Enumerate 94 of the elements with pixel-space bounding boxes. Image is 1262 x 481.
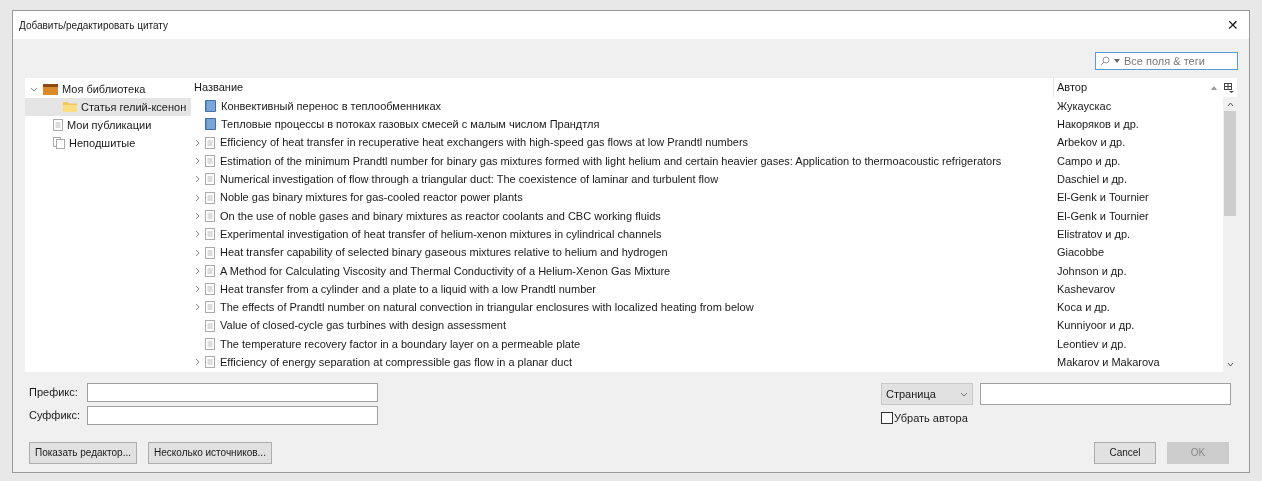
locator-dropdown[interactable]: Страница <box>881 383 973 405</box>
prefix-field[interactable] <box>87 383 378 402</box>
document-icon <box>205 356 215 369</box>
sidebar-item[interactable]: Моя библиотека <box>25 80 191 98</box>
table-row-title[interactable]: Estimation of the minimum Prandtl number for binary gas mixtures formed with light helium and certain heavier gases: Application to thermoacoustic refrigerators <box>191 152 1055 170</box>
document-icon <box>205 209 215 222</box>
table-row-title[interactable]: A Method for Calculating Viscosity and Thermal Conductivity of a Helium-Xenon Gas Mixture <box>191 262 1055 280</box>
table-cell-text: Makarov и Makarova <box>1056 355 1161 371</box>
table-cell-text: El-Genk и Tournier <box>1056 208 1150 224</box>
document-icon <box>205 301 215 314</box>
field-label: Префикс: <box>29 385 79 401</box>
table-cell-text: Тепловые процессы в потоках газовых смесей с малым числом Прандтля <box>221 117 600 133</box>
table-cell-text: Value of closed-cycle gas turbines with design assessment <box>220 318 506 334</box>
table-cell-text: Конвективный перенос в теплообменниках <box>221 98 441 114</box>
table-cell-text: Daschiel и др. <box>1056 172 1129 188</box>
table-cell-text: Накоряков и др. <box>1056 117 1140 133</box>
table-cell-text: Campo и др. <box>1056 153 1122 169</box>
table-cell-text: Estimation of the minimum Prandtl number for binary gas mixtures formed with light helium and certain heavier gases: Application to thermoacoustic refrigerators <box>220 153 1002 169</box>
table-cell-text: A Method for Calculating Viscosity and Thermal Conductivity of a Helium-Xenon Gas Mixture <box>220 263 671 279</box>
sidebar-item[interactable]: Статья гелий-ксенон <box>25 98 191 116</box>
table-cell-text: The effects of Prandtl number on natural convection in triangular enclosures with localized heating from below <box>220 300 754 316</box>
checkbox[interactable] <box>881 412 893 425</box>
dialog-button[interactable]: Cancel <box>1094 441 1156 464</box>
document-icon <box>205 338 215 350</box>
column-header[interactable]: Название <box>191 79 1053 96</box>
field-label: Суффикс: <box>29 408 82 424</box>
search-field[interactable]: Все поля & теги <box>1095 52 1238 70</box>
search-input[interactable]: Все поля & теги <box>1124 52 1234 70</box>
table-cell-text: Kashevarov <box>1056 281 1117 297</box>
document-icon <box>53 119 63 131</box>
table-row-title[interactable]: Heat transfer capability of selected binary gaseous mixtures relative to helium and hydrogen <box>191 244 1055 261</box>
table-row-title[interactable]: Тепловые процессы в потоках газовых смесей с малым числом Прандтля <box>191 116 1055 133</box>
table-cell-text: Giacobbe <box>1056 245 1106 261</box>
expand-chevron-icon[interactable] <box>30 86 38 92</box>
chevron-icon <box>960 391 968 397</box>
book-icon <box>205 118 216 131</box>
document-icon <box>205 246 215 259</box>
table-cell-text: Numerical investigation of flow through a triangular duct: The coexistence of laminar and turbulent flow <box>220 172 719 188</box>
table-cell-text: Heat transfer capability of selected binary gaseous mixtures relative to helium and hydrogen <box>220 245 668 261</box>
folder-icon <box>63 102 77 112</box>
document-icon <box>205 319 215 332</box>
expand-chevron-icon[interactable] <box>194 358 200 367</box>
dialog-button[interactable]: Показать редактор... <box>29 441 137 464</box>
table-cell-text: Жукаускас <box>1056 98 1113 114</box>
sidebar-item[interactable]: Мои публикации <box>25 116 191 134</box>
table-row-title[interactable]: The effects of Prandtl number on natural convection in triangular enclosures with localized heating from below <box>191 299 1055 316</box>
close-button[interactable]: ✕ <box>1223 14 1243 36</box>
search-icon <box>1100 56 1110 66</box>
table-row-title[interactable]: Конвективный перенос в теплообменниках <box>191 97 1055 115</box>
table-cell-text: Leontiev и др. <box>1056 336 1128 352</box>
library-icon <box>43 83 58 95</box>
expand-chevron-icon[interactable] <box>194 138 200 147</box>
dialog-button[interactable]: Несколько источников... <box>148 441 272 464</box>
table-cell-text: Noble gas binary mixtures for gas-cooled reactor power plants <box>220 190 523 206</box>
table-row-title[interactable]: Experimental investigation of heat transfer of helium-xenon mixtures in cylindrical channels <box>191 225 1055 243</box>
table-row-title[interactable]: Efficiency of energy separation at compressible gas flow in a planar duct <box>191 354 1055 371</box>
table-row-title[interactable]: Efficiency of heat transfer in recuperative heat exchangers with high-speed gas flows at low Prandtl numbers <box>191 134 1055 151</box>
table-cell-text: Efficiency of heat transfer in recuperative heat exchangers with high-speed gas flows at low Prandtl numbers <box>220 135 749 151</box>
document-icon <box>205 191 215 204</box>
column-header[interactable]: Автор <box>1053 78 1221 97</box>
table-row-title[interactable]: Noble gas binary mixtures for gas-cooled reactor power plants <box>191 189 1055 206</box>
document-icon <box>205 228 215 241</box>
sort-caret-icon <box>1211 85 1217 90</box>
table-cell-text: The temperature recovery factor in a boundary layer on a permeable plate <box>220 336 581 352</box>
table-cell-text: El-Genk и Tournier <box>1056 190 1150 206</box>
table-cell-text: Arbekov и др. <box>1056 135 1127 151</box>
sidebar-item[interactable]: Неподшитые <box>25 134 191 152</box>
suffix-field[interactable] <box>87 406 378 425</box>
document-icon <box>205 283 215 296</box>
table-cell-text: Kunniyoor и др. <box>1056 318 1136 334</box>
table-row-title[interactable]: Value of closed-cycle gas turbines with design assessment <box>191 317 1055 334</box>
table-cell-text: Experimental investigation of heat transfer of helium-xenon mixtures in cylindrical channels <box>220 226 662 242</box>
table-cell-text: Heat transfer from a cylinder and a plate to a liquid with a low Prandtl number <box>220 281 597 297</box>
document-icon <box>205 173 215 186</box>
page-field[interactable] <box>980 383 1231 405</box>
document-icon <box>205 264 215 277</box>
table-cell-text: On the use of noble gases and binary mixtures as reactor coolants and CBC working fluids <box>220 208 661 224</box>
checkbox-label[interactable]: Убрать автора <box>894 410 968 427</box>
window-title: Добавить/редактировать цитату <box>19 18 168 33</box>
table-cell-text: Koca и др. <box>1056 300 1111 316</box>
document-icon <box>205 155 215 168</box>
table-row-title[interactable]: The temperature recovery factor in a boundary layer on a permeable plate <box>191 335 1055 353</box>
table-cell-text: Elistratov и др. <box>1056 226 1132 242</box>
table-cell-text: Efficiency of energy separation at compressible gas flow in a planar duct <box>220 355 572 371</box>
table-row-title[interactable]: Numerical investigation of flow through a triangular duct: The coexistence of laminar and turbulent flow <box>191 171 1055 188</box>
table-row-title[interactable]: On the use of noble gases and binary mixtures as reactor coolants and CBC working fluids <box>191 207 1055 225</box>
book-icon <box>205 100 216 113</box>
column-picker-icon[interactable] <box>1224 82 1234 93</box>
scroll-thumb[interactable] <box>1224 111 1236 216</box>
table-row-title[interactable]: Heat transfer from a cylinder and a plate to a liquid with a low Prandtl number <box>191 280 1055 298</box>
caret-icon <box>1114 59 1120 63</box>
table-cell-text: Johnson и др. <box>1056 263 1128 279</box>
document-icon <box>205 136 215 149</box>
documents-icon <box>53 137 65 149</box>
